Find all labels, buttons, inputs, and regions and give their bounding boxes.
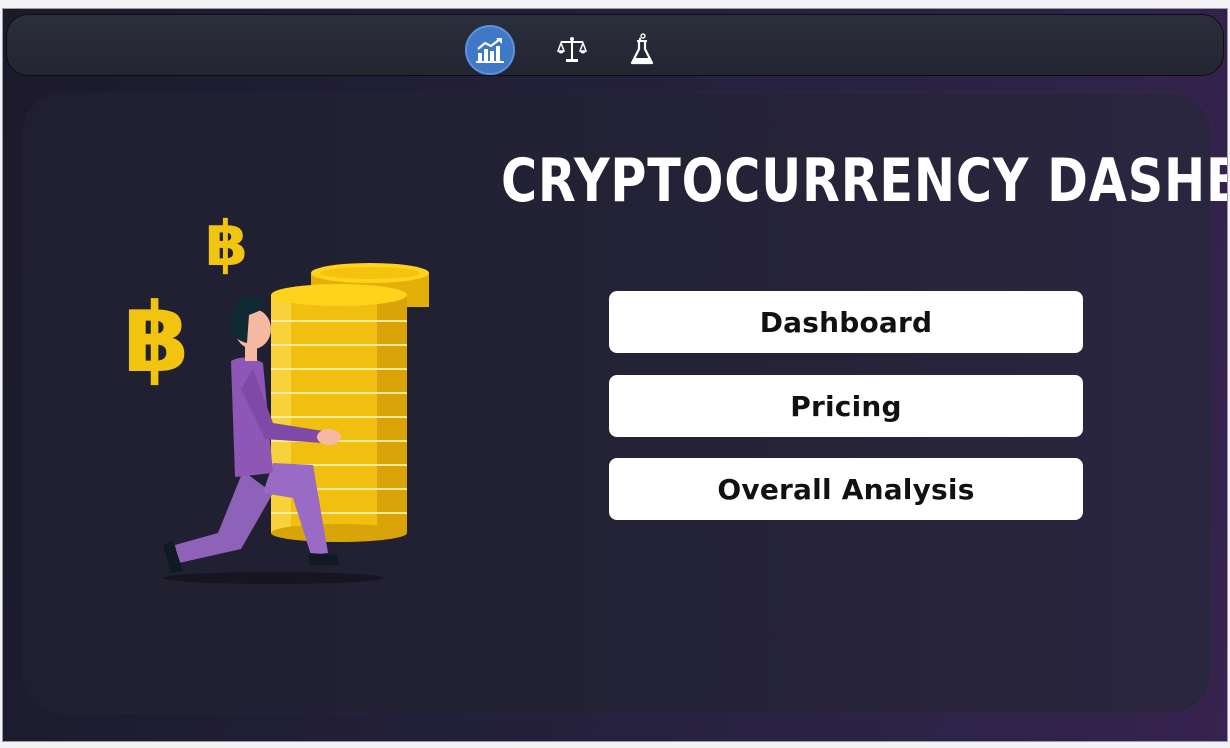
top-navbar bbox=[6, 14, 1224, 76]
bitcoin-symbol-small: ฿ bbox=[205, 207, 248, 280]
nav-analysis-button[interactable] bbox=[617, 25, 667, 75]
nav-dashboard-button[interactable] bbox=[465, 25, 515, 75]
dashboard-button[interactable]: Dashboard bbox=[609, 291, 1083, 353]
flask-icon bbox=[630, 33, 654, 65]
scales-icon bbox=[556, 37, 588, 62]
app-window: ฿ ฿ CRYPTOCURRENCY DASH Dashboard Pricin… bbox=[2, 8, 1228, 742]
crypto-illustration: ฿ ฿ bbox=[123, 193, 453, 598]
main-panel: ฿ ฿ CRYPTOCURRENCY DASH Dashboard Pricin… bbox=[23, 93, 1227, 713]
overall-analysis-button[interactable]: Overall Analysis bbox=[609, 458, 1083, 520]
pricing-button[interactable]: Pricing bbox=[609, 375, 1083, 437]
person-carrying-coins-illustration: ฿ ฿ bbox=[123, 207, 429, 584]
nav-compare-button[interactable] bbox=[547, 25, 597, 75]
page-title: CRYPTOCURRENCY DASHBOARD bbox=[501, 146, 1227, 216]
chart-growth-icon bbox=[476, 38, 504, 63]
bitcoin-symbol-large: ฿ bbox=[123, 282, 190, 394]
